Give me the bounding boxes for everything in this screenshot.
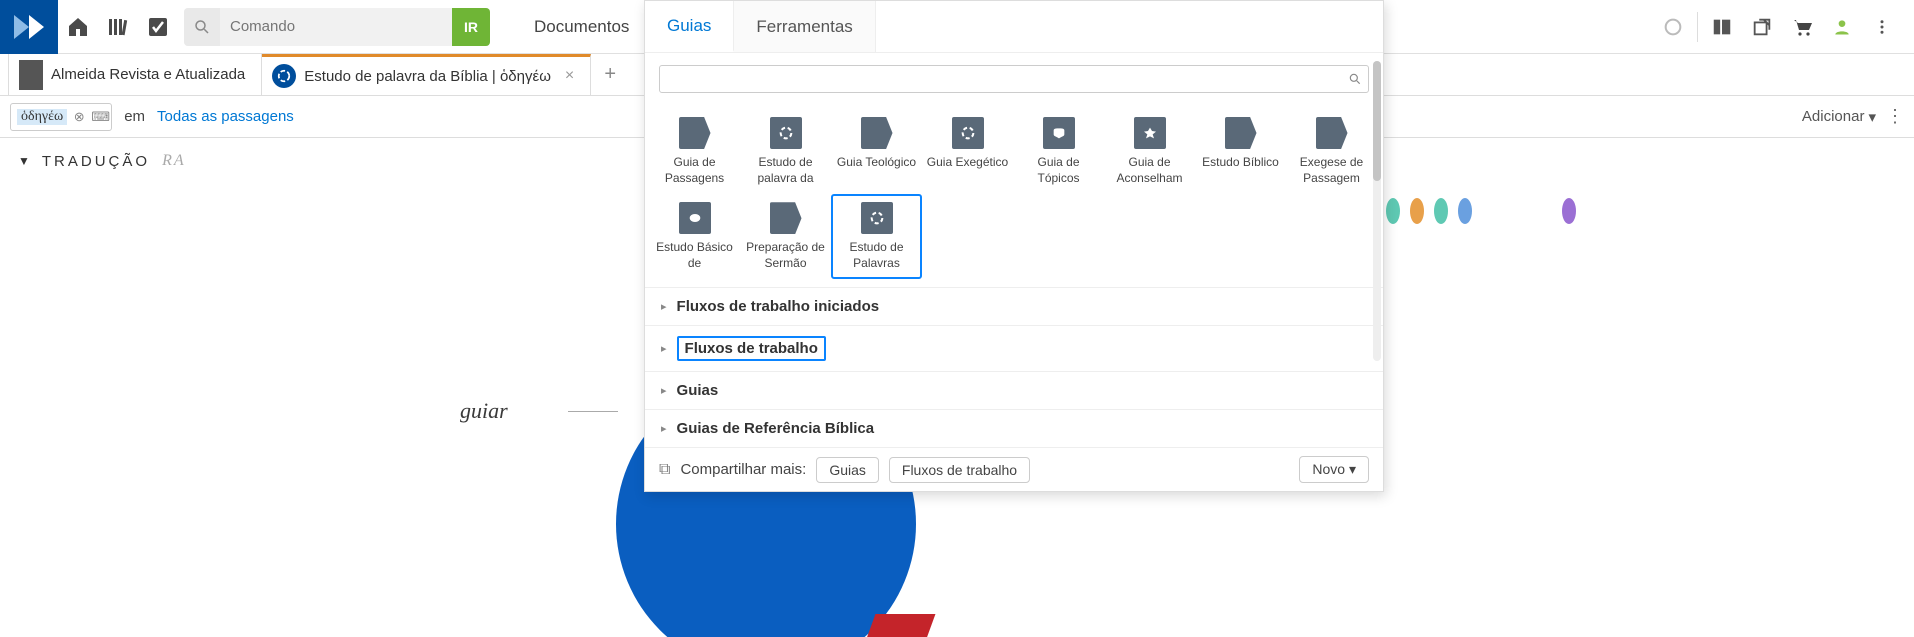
tab-label: Estudo de palavra da Bíblia | ὁδηγέω — [304, 68, 551, 85]
reference-input[interactable]: ὁδηγέω ⊗ ⌨ — [10, 103, 112, 131]
search-icon — [1348, 72, 1362, 86]
popout-icon[interactable] — [1742, 0, 1782, 54]
guide-exegese-passagem[interactable]: Exegese de Passagem — [1286, 109, 1377, 194]
guide-palavra[interactable]: Estudo de palavra da — [740, 109, 831, 194]
novo-dropdown[interactable]: Novo ▾ — [1299, 456, 1369, 483]
guide-estudo-palavras[interactable]: Estudo de Palavras — [831, 194, 922, 279]
all-passages-link[interactable]: Todas as passagens — [157, 108, 294, 125]
dropdown-search[interactable] — [659, 65, 1369, 93]
command-input[interactable] — [220, 8, 452, 46]
section-fluxos[interactable]: ▸ Fluxos de trabalho — [645, 325, 1383, 371]
chip-guias[interactable]: Guias — [816, 457, 879, 483]
section-fluxos-iniciados[interactable]: ▸ Fluxos de trabalho iniciados — [645, 287, 1383, 325]
panel-menu-icon[interactable]: ⋮ — [1886, 106, 1904, 127]
dp-tab-ferramentas[interactable]: Ferramentas — [734, 1, 875, 52]
guides-grid: Guia de Passagens Estudo de palavra da G… — [645, 103, 1383, 287]
layout-icon[interactable] — [1702, 0, 1742, 54]
chevron-right-icon: ▸ — [661, 342, 667, 355]
section-guias-referencia[interactable]: ▸ Guias de Referência Bíblica — [645, 409, 1383, 447]
guide-estudo-biblico[interactable]: Estudo Bíblico — [1195, 109, 1286, 194]
keyboard-icon[interactable]: ⌨ — [91, 109, 107, 125]
guide-topicos[interactable]: Guia de Tópicos — [1013, 109, 1104, 194]
chevron-right-icon: ▸ — [661, 300, 667, 313]
chevron-down-icon: ▾ — [1868, 108, 1876, 126]
guide-aconselham[interactable]: Guia de Aconselham — [1104, 109, 1195, 194]
pie-slice-minor — [865, 614, 936, 637]
section-subtitle: RA — [162, 152, 186, 170]
top-right-controls — [1653, 0, 1914, 54]
command-search: IR — [184, 8, 490, 46]
search-icon[interactable] — [184, 8, 220, 46]
dropdown-tabs: Guias Ferramentas — [645, 1, 1383, 53]
app-logo[interactable] — [0, 0, 58, 54]
library-icon[interactable] — [98, 0, 138, 54]
close-icon[interactable]: × — [565, 67, 574, 85]
leader-line — [568, 411, 618, 412]
guides-dropdown: Guias Ferramentas Guia de Passagens Estu… — [644, 0, 1384, 492]
guide-estudo-basico[interactable]: Estudo Básico de — [649, 194, 740, 279]
scrollbar[interactable] — [1373, 61, 1381, 361]
guide-exegetico[interactable]: Guia Exegético — [922, 109, 1013, 194]
go-button[interactable]: IR — [452, 8, 490, 46]
chip-fluxos[interactable]: Fluxos de trabalho — [889, 457, 1030, 483]
chevron-right-icon: ▸ — [661, 384, 667, 397]
dropdown-search-input[interactable] — [666, 71, 1348, 87]
checkbox-icon[interactable] — [138, 0, 178, 54]
add-tab-button[interactable]: + — [591, 54, 629, 95]
guide-teologico[interactable]: Guia Teológico — [831, 109, 922, 194]
copy-icon[interactable]: ⧉ — [659, 461, 670, 479]
guide-preparacao-sermao[interactable]: Preparação de Sermão — [740, 194, 831, 279]
reference-value: ὁδηγέω — [17, 109, 67, 125]
guide-passagens[interactable]: Guia de Passagens — [649, 109, 740, 194]
book-icon — [19, 60, 43, 90]
nav-documentos[interactable]: Documentos — [516, 0, 648, 54]
collapse-icon[interactable]: ▼ — [18, 154, 30, 168]
chart-label-area: guiar — [460, 398, 618, 424]
add-dropdown[interactable]: Adicionar ▾ — [1802, 108, 1876, 126]
home-icon[interactable] — [58, 0, 98, 54]
share-label: Compartilhar mais: — [680, 461, 806, 478]
chart-slice-label[interactable]: guiar — [460, 398, 508, 424]
tab-word-study[interactable]: Estudo de palavra da Bíblia | ὁδηγέω × — [262, 54, 591, 95]
em-label: em — [124, 108, 145, 125]
dropdown-footer: ⧉ Compartilhar mais: Guias Fluxos de tra… — [645, 447, 1383, 491]
cart-icon[interactable] — [1782, 0, 1822, 54]
dp-tab-guias[interactable]: Guias — [645, 1, 734, 52]
section-guias[interactable]: ▸ Guias — [645, 371, 1383, 409]
chevron-right-icon: ▸ — [661, 422, 667, 435]
menu-kebab-icon[interactable] — [1862, 0, 1902, 54]
section-title: Tradução — [42, 153, 150, 170]
waveform-decor — [1386, 198, 1576, 224]
guide-icon — [272, 64, 296, 88]
user-icon[interactable] — [1822, 0, 1862, 54]
tab-label: Almeida Revista e Atualizada — [51, 66, 245, 83]
tab-almeida[interactable]: Almeida Revista e Atualizada — [8, 54, 262, 95]
clear-icon[interactable]: ⊗ — [71, 109, 87, 125]
sync-icon[interactable] — [1653, 0, 1693, 54]
